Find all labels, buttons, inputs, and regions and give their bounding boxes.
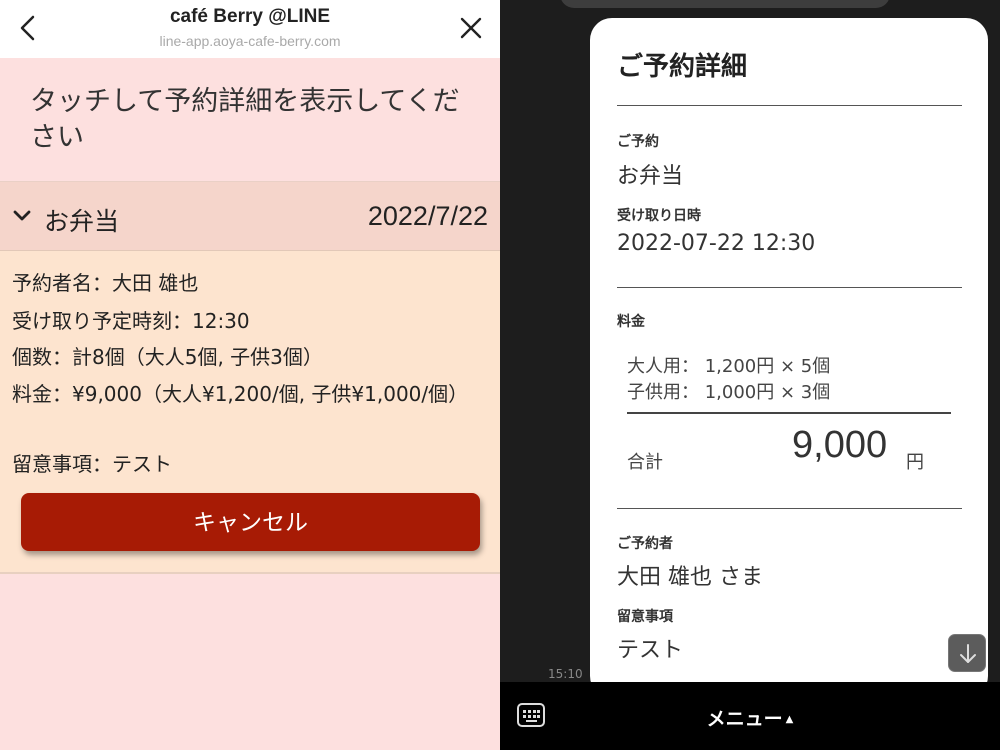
- total-amount: 9,000: [792, 424, 888, 466]
- reservation-title: お弁当: [44, 207, 120, 236]
- card-title: ご予約詳細: [617, 52, 748, 82]
- previous-message-bubble: [560, 0, 890, 8]
- total-label: 合計: [627, 452, 663, 473]
- cancel-button[interactable]: キャンセル: [21, 493, 480, 551]
- adult-price-line: 大人用： 1,200円 × 5個: [627, 356, 831, 377]
- reservation-details: 予約者名：大田 雄也 受け取り予定時刻：12:30 個数：計8個（大人5個, 子…: [0, 251, 500, 574]
- item-count: 個数：計8個（大人5個, 子供3個）: [12, 345, 323, 369]
- child-price-line: 子供用： 1,000円 × 3個: [627, 382, 831, 403]
- fee-text: 料金：¥9,000（大人¥1,200/個, 子供¥1,000/個）: [12, 382, 469, 406]
- instruction-text: タッチして予約詳細を表示してください: [30, 86, 460, 153]
- close-icon[interactable]: [458, 15, 484, 41]
- reservation-label: ご予約: [617, 134, 659, 150]
- note-text: 留意事項：テスト: [12, 452, 172, 476]
- note-value: テスト: [617, 638, 684, 663]
- menu-triangle-icon: ▲: [785, 714, 794, 725]
- divider: [617, 287, 962, 288]
- chat-bottom-bar: メニュー ▲: [500, 682, 1000, 750]
- reservation-detail-card[interactable]: ご予約詳細 ご予約 お弁当 受け取り日時 2022-07-22 12:30 料金…: [590, 18, 988, 698]
- pickup-label: 受け取り日時: [617, 208, 701, 224]
- menu-label: メニュー: [706, 708, 783, 730]
- note-label: 留意事項: [617, 609, 673, 625]
- chevron-down-icon: [12, 208, 32, 224]
- price-divider: [627, 412, 951, 414]
- arrow-down-icon[interactable]: [948, 634, 986, 672]
- divider: [617, 508, 962, 509]
- pickup-value: 2022-07-22 12:30: [617, 231, 816, 256]
- browser-header: café Berry @LINE line-app.aoya-cafe-berr…: [0, 0, 500, 58]
- menu-button[interactable]: メニュー ▲: [500, 704, 1000, 731]
- reservation-value: お弁当: [617, 164, 684, 189]
- booker-label: ご予約者: [617, 536, 673, 552]
- total-unit: 円: [906, 452, 924, 473]
- page-url: line-app.aoya-cafe-berry.com: [159, 33, 341, 49]
- reservation-date: 2022/7/22: [367, 201, 488, 231]
- reservation-accordion-header[interactable]: お弁当 2022/7/22: [0, 181, 500, 251]
- message-timestamp: 15:10: [548, 667, 583, 681]
- line-chat-pane: ご予約詳細 ご予約 お弁当 受け取り日時 2022-07-22 12:30 料金…: [500, 0, 1000, 750]
- fee-label: 料金: [617, 314, 645, 330]
- booker-name: 予約者名：大田 雄也: [12, 271, 199, 295]
- booker-value: 大田 雄也 さま: [617, 565, 763, 590]
- pickup-time: 受け取り予定時刻：12:30: [12, 309, 250, 333]
- liff-browser-pane: café Berry @LINE line-app.aoya-cafe-berr…: [0, 0, 500, 750]
- divider: [617, 105, 962, 106]
- page-title: café Berry @LINE: [169, 6, 331, 27]
